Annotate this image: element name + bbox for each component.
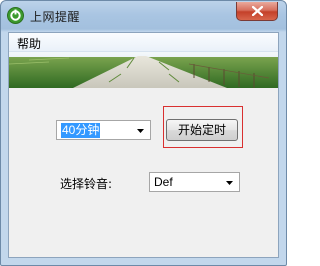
title-bar[interactable]: 上网提醒 [1, 1, 286, 32]
ringtone-value: Def [154, 175, 173, 189]
menu-bar: 帮助 [9, 33, 278, 52]
chevron-down-icon [226, 181, 233, 185]
menu-help[interactable]: 帮助 [15, 35, 43, 52]
chevron-down-icon [137, 129, 144, 133]
window-title: 上网提醒 [30, 10, 81, 24]
start-timer-button[interactable]: 开始定时 [166, 119, 238, 141]
close-icon [252, 6, 263, 16]
duration-select[interactable]: 40分钟 [56, 120, 151, 140]
ringtone-select[interactable]: Def [149, 172, 240, 192]
client-area: 帮助 40分钟 开始定时 选择铃音: Def [8, 32, 279, 258]
ringtone-label: 选择铃音: [60, 177, 113, 191]
app-icon [7, 7, 24, 24]
road-banner-image [9, 52, 278, 88]
duration-value: 40分钟 [61, 123, 101, 138]
app-window: 上网提醒 帮助 40分钟 开始定时 选择铃音: Def [0, 0, 287, 266]
close-button[interactable] [236, 2, 278, 21]
